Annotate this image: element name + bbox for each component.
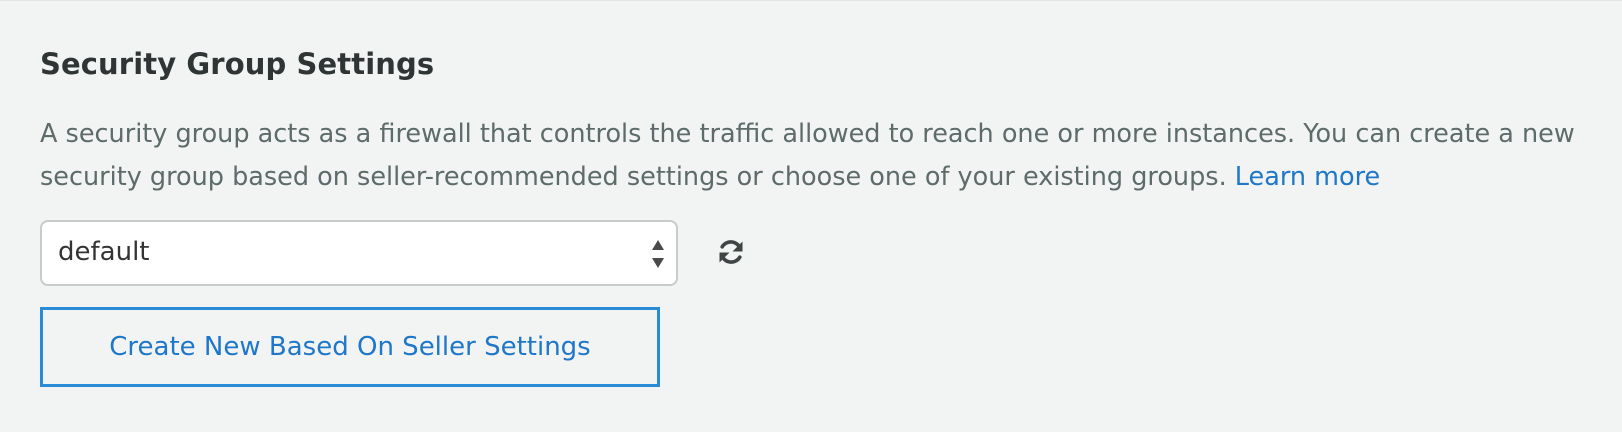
select-arrows-icon — [652, 240, 664, 268]
security-group-settings-panel: Security Group Settings A security group… — [0, 0, 1622, 432]
section-title: Security Group Settings — [40, 47, 435, 81]
section-description: A security group acts as a firewall that… — [40, 113, 1600, 199]
create-new-security-group-button[interactable]: Create New Based On Seller Settings — [40, 307, 660, 387]
refresh-icon[interactable] — [716, 237, 746, 267]
create-button-label: Create New Based On Seller Settings — [109, 332, 591, 362]
select-selected-value: default — [58, 237, 150, 267]
security-group-select[interactable]: default — [40, 220, 678, 286]
learn-more-link[interactable]: Learn more — [1235, 162, 1380, 192]
